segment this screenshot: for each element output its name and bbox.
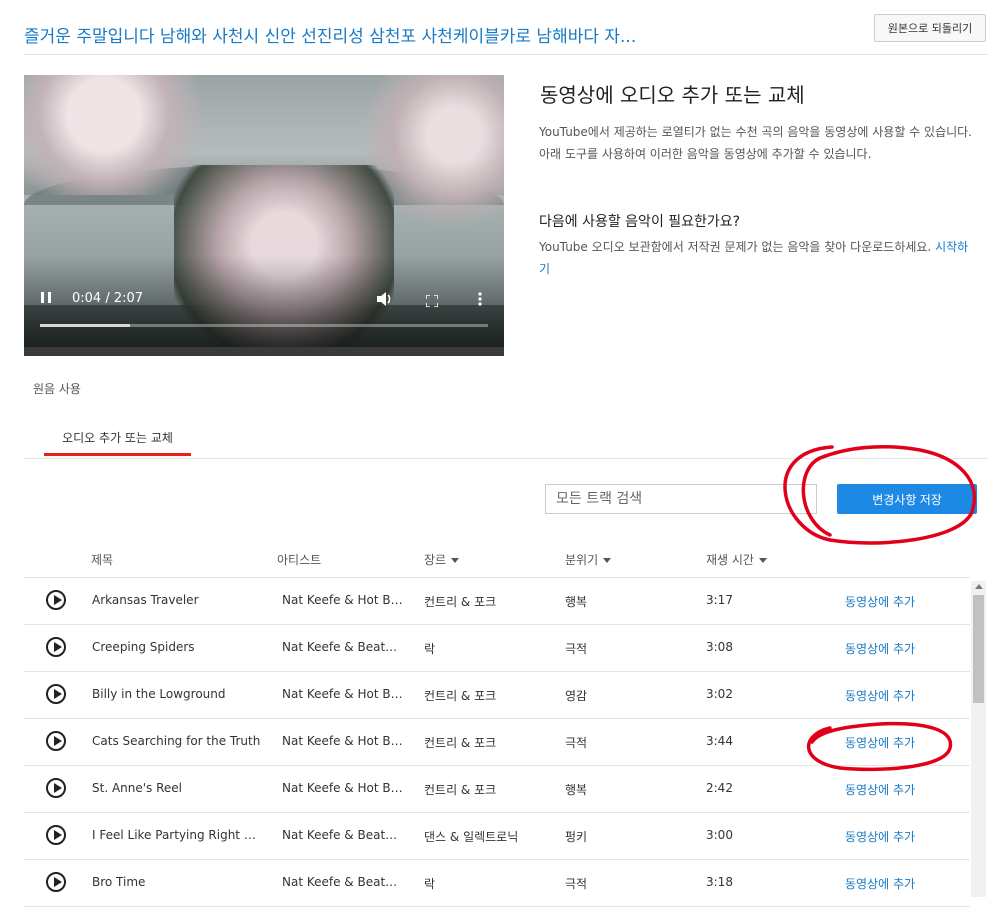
track-title: Billy in the Lowground — [92, 687, 226, 701]
play-track-icon[interactable] — [46, 684, 66, 704]
track-genre: 댄스 & 일렉트로닉 — [424, 830, 519, 844]
track-genre: 컨트리 & 포크 — [424, 595, 497, 609]
music-needed-description: YouTube 오디오 보관함에서 저작권 문제가 없는 음악을 찾아 다운로드… — [539, 236, 979, 280]
track-genre: 컨트리 & 포크 — [424, 783, 497, 797]
track-title: Creeping Spiders — [92, 640, 195, 654]
track-duration: 3:00 — [706, 828, 733, 842]
track-genre: 컨트리 & 포크 — [424, 689, 497, 703]
track-mood: 행복 — [565, 783, 588, 797]
dropdown-caret-icon — [758, 558, 767, 563]
column-header-title: 제목 — [91, 553, 114, 567]
tab-original-audio[interactable]: 원음 사용 — [33, 380, 81, 397]
dropdown-caret-icon — [451, 558, 460, 563]
track-artist: Nat Keefe & BeatM... — [282, 875, 406, 889]
track-title: Cats Searching for the Truth — [92, 734, 261, 748]
track-duration: 3:18 — [706, 875, 733, 889]
column-header-artist: 아티스트 — [277, 553, 322, 567]
add-to-video-link[interactable]: 동영상에 추가 — [845, 875, 945, 892]
track-mood: 극적 — [565, 642, 588, 656]
track-mood: 극적 — [565, 877, 588, 891]
player-bottom-bar — [24, 347, 504, 356]
play-track-icon[interactable] — [46, 637, 66, 657]
track-genre: 락 — [424, 877, 436, 891]
play-track-icon[interactable] — [46, 778, 66, 798]
track-genre: 컨트리 & 포크 — [424, 736, 497, 750]
track-artist: Nat Keefe & Hot Bu... — [282, 781, 406, 795]
add-to-video-link[interactable]: 동영상에 추가 — [845, 593, 945, 610]
revert-to-original-button[interactable]: 원본으로 되돌리기 — [874, 14, 986, 42]
track-search-input[interactable] — [545, 484, 817, 514]
track-artist: Nat Keefe & Hot Bu... — [282, 734, 406, 748]
add-to-video-link[interactable]: 동영상에 추가 — [845, 828, 945, 845]
scroll-up-arrow-icon[interactable] — [975, 584, 983, 589]
track-mood: 영감 — [565, 689, 588, 703]
track-mood: 극적 — [565, 736, 588, 750]
track-title: I Feel Like Partying Right N... — [92, 828, 262, 842]
column-header-duration[interactable]: 재생 시간 — [706, 551, 767, 568]
track-duration: 3:02 — [706, 687, 733, 701]
fullscreen-icon[interactable] — [425, 292, 439, 308]
table-row[interactable]: St. Anne's Reel Nat Keefe & Hot Bu... 컨트리 … — [24, 766, 970, 813]
dropdown-caret-icon — [603, 558, 612, 563]
pause-icon[interactable] — [40, 291, 54, 305]
music-needed-title: 다음에 사용할 음악이 필요한가요? — [539, 214, 741, 230]
track-title: St. Anne's Reel — [92, 781, 183, 795]
track-artist: Nat Keefe & BeatM... — [282, 828, 406, 842]
save-changes-button[interactable]: 변경사항 저장 — [837, 484, 977, 514]
volume-icon[interactable] — [376, 291, 394, 307]
more-options-icon[interactable] — [478, 291, 482, 306]
play-track-icon[interactable] — [46, 825, 66, 845]
track-duration: 3:44 — [706, 734, 733, 748]
track-artist: Nat Keefe & BeatM... — [282, 640, 406, 654]
table-row[interactable]: Arkansas Traveler Nat Keefe & Hot Bu... 컨트… — [24, 578, 970, 625]
track-mood: 펑키 — [565, 830, 588, 844]
play-track-icon[interactable] — [46, 590, 66, 610]
video-player[interactable]: 0:04 / 2:07 — [24, 75, 504, 356]
column-header-mood[interactable]: 분위기 — [565, 551, 612, 568]
track-title: Bro Time — [92, 875, 146, 889]
add-to-video-link[interactable]: 동영상에 추가 — [845, 640, 945, 657]
time-display: 0:04 / 2:07 — [72, 291, 144, 306]
table-row[interactable]: Creeping Spiders Nat Keefe & BeatM... 락 극적 3… — [24, 625, 970, 672]
progress-fill — [40, 324, 130, 327]
table-row[interactable]: Billy in the Lowground Nat Keefe & Hot Bu… — [24, 672, 970, 719]
tab-add-replace-audio[interactable]: 오디오 추가 또는 교체 — [44, 424, 191, 456]
header-divider — [24, 54, 988, 55]
panel-title: 동영상에 오디오 추가 또는 교체 — [540, 83, 805, 107]
track-genre: 락 — [424, 642, 436, 656]
track-duration: 2:42 — [706, 781, 733, 795]
table-row[interactable]: Bro Time Nat Keefe & BeatM... 락 극적 3:18 동영상에 … — [24, 860, 970, 907]
column-header-genre[interactable]: 장르 — [424, 551, 460, 568]
play-track-icon[interactable] — [46, 872, 66, 892]
track-artist: Nat Keefe & Hot Bu... — [282, 593, 406, 607]
table-row[interactable]: I Feel Like Partying Right N... Nat Keefe… — [24, 813, 970, 860]
add-to-video-link[interactable]: 동영상에 추가 — [845, 781, 945, 798]
track-mood: 행복 — [565, 595, 588, 609]
play-track-icon[interactable] — [46, 731, 66, 751]
panel-description: YouTube에서 제공하는 로열티가 없는 수천 곡의 음악을 동영상에 사용… — [539, 125, 972, 161]
music-needed-text: YouTube 오디오 보관함에서 저작권 문제가 없는 음악을 찾아 다운로드… — [539, 240, 932, 254]
table-row[interactable]: Cats Searching for the Truth Nat Keefe & … — [24, 719, 970, 766]
track-title: Arkansas Traveler — [92, 593, 199, 607]
add-to-video-link[interactable]: 동영상에 추가 — [845, 687, 945, 704]
scrollbar-thumb[interactable] — [973, 595, 984, 703]
tab-divider — [24, 458, 988, 459]
video-title[interactable]: 즐거운 주말입니다 남해와 사천시 신안 선진리성 삼천포 사천케이블카로 남해… — [24, 22, 724, 47]
track-duration: 3:08 — [706, 640, 733, 654]
track-duration: 3:17 — [706, 593, 733, 607]
add-to-video-link[interactable]: 동영상에 추가 — [845, 734, 945, 751]
track-artist: Nat Keefe & Hot Bu... — [282, 687, 406, 701]
